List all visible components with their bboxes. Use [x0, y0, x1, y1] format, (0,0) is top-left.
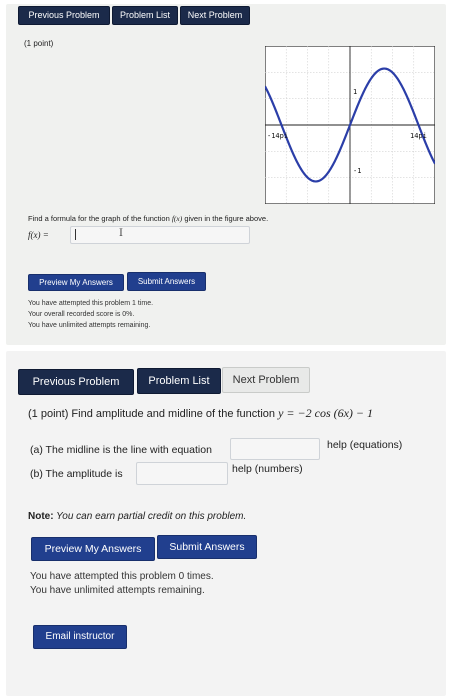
preview-answers-button[interactable]: Preview My Answers [28, 274, 124, 291]
prompt-function: y = −2 cos (6x) − 1 [278, 406, 374, 420]
problem-prompt: (1 point) Find amplitude and midline of … [28, 406, 373, 421]
attempts-remaining: You have unlimited attempts remaining. [30, 585, 205, 596]
answer-label: f(x) = [28, 230, 49, 240]
prompt-function: f(x) [171, 214, 183, 223]
amplitude-input[interactable] [136, 462, 228, 485]
problem-prompt: Find a formula for the graph of the func… [28, 214, 268, 223]
previous-problem-button[interactable]: Previous Problem [18, 369, 134, 395]
prompt-suffix: given in the figure above. [182, 214, 269, 223]
submit-answers-button[interactable]: Submit Answers [157, 535, 257, 559]
prompt-prefix: Find a formula for the graph of the func… [28, 214, 172, 223]
attempt-status: You have attempted this problem 1 time. … [28, 298, 153, 331]
previous-problem-button[interactable]: Previous Problem [18, 6, 110, 25]
help-equations-link[interactable]: help (equations) [327, 439, 402, 451]
x-right-tick-label: 14pi [410, 132, 427, 140]
note-text: You can earn partial credit on this prob… [53, 511, 247, 522]
y-bottom-tick-label: -1 [353, 167, 361, 175]
attempt-count: You have attempted this problem 0 times. [30, 571, 214, 582]
email-instructor-button[interactable]: Email instructor [33, 625, 127, 649]
screenshot-top: Previous Problem Problem List Next Probl… [6, 4, 446, 345]
help-numbers-link[interactable]: help (numbers) [232, 463, 303, 475]
problem-list-button[interactable]: Problem List [137, 368, 221, 394]
function-graph: -14pi 14pi 1 -1 [265, 46, 435, 204]
problem-list-button[interactable]: Problem List [112, 6, 178, 25]
screenshot-bottom: Previous Problem Problem List Next Probl… [6, 351, 446, 696]
attempt-count: You have attempted this problem 1 time. [28, 300, 154, 307]
points-label: (1 point) [24, 39, 54, 48]
x-left-tick-label: -14pi [267, 132, 288, 140]
answer-input[interactable]: I [70, 226, 250, 244]
part-a-label: (a) The midline is the line with equatio… [30, 444, 212, 456]
prompt-text: (1 point) Find amplitude and midline of … [28, 408, 279, 420]
note-label: Note: [28, 511, 54, 522]
preview-answers-button[interactable]: Preview My Answers [31, 537, 155, 561]
next-problem-button[interactable]: Next Problem [180, 6, 250, 25]
attempts-remaining: You have unlimited attempts remaining. [28, 322, 151, 329]
midline-equation-input[interactable] [230, 438, 320, 460]
text-cursor [75, 229, 76, 240]
submit-answers-button[interactable]: Submit Answers [127, 272, 206, 291]
part-b-label: (b) The amplitude is [30, 468, 123, 480]
y-top-tick-label: 1 [353, 88, 357, 96]
next-problem-button[interactable]: Next Problem [222, 367, 310, 393]
recorded-score: Your overall recorded score is 0%. [28, 311, 135, 318]
i-beam-cursor-icon: I [119, 228, 123, 239]
partial-credit-note: Note: You can earn partial credit on thi… [28, 511, 246, 522]
attempt-status: You have attempted this problem 0 times.… [30, 570, 214, 598]
